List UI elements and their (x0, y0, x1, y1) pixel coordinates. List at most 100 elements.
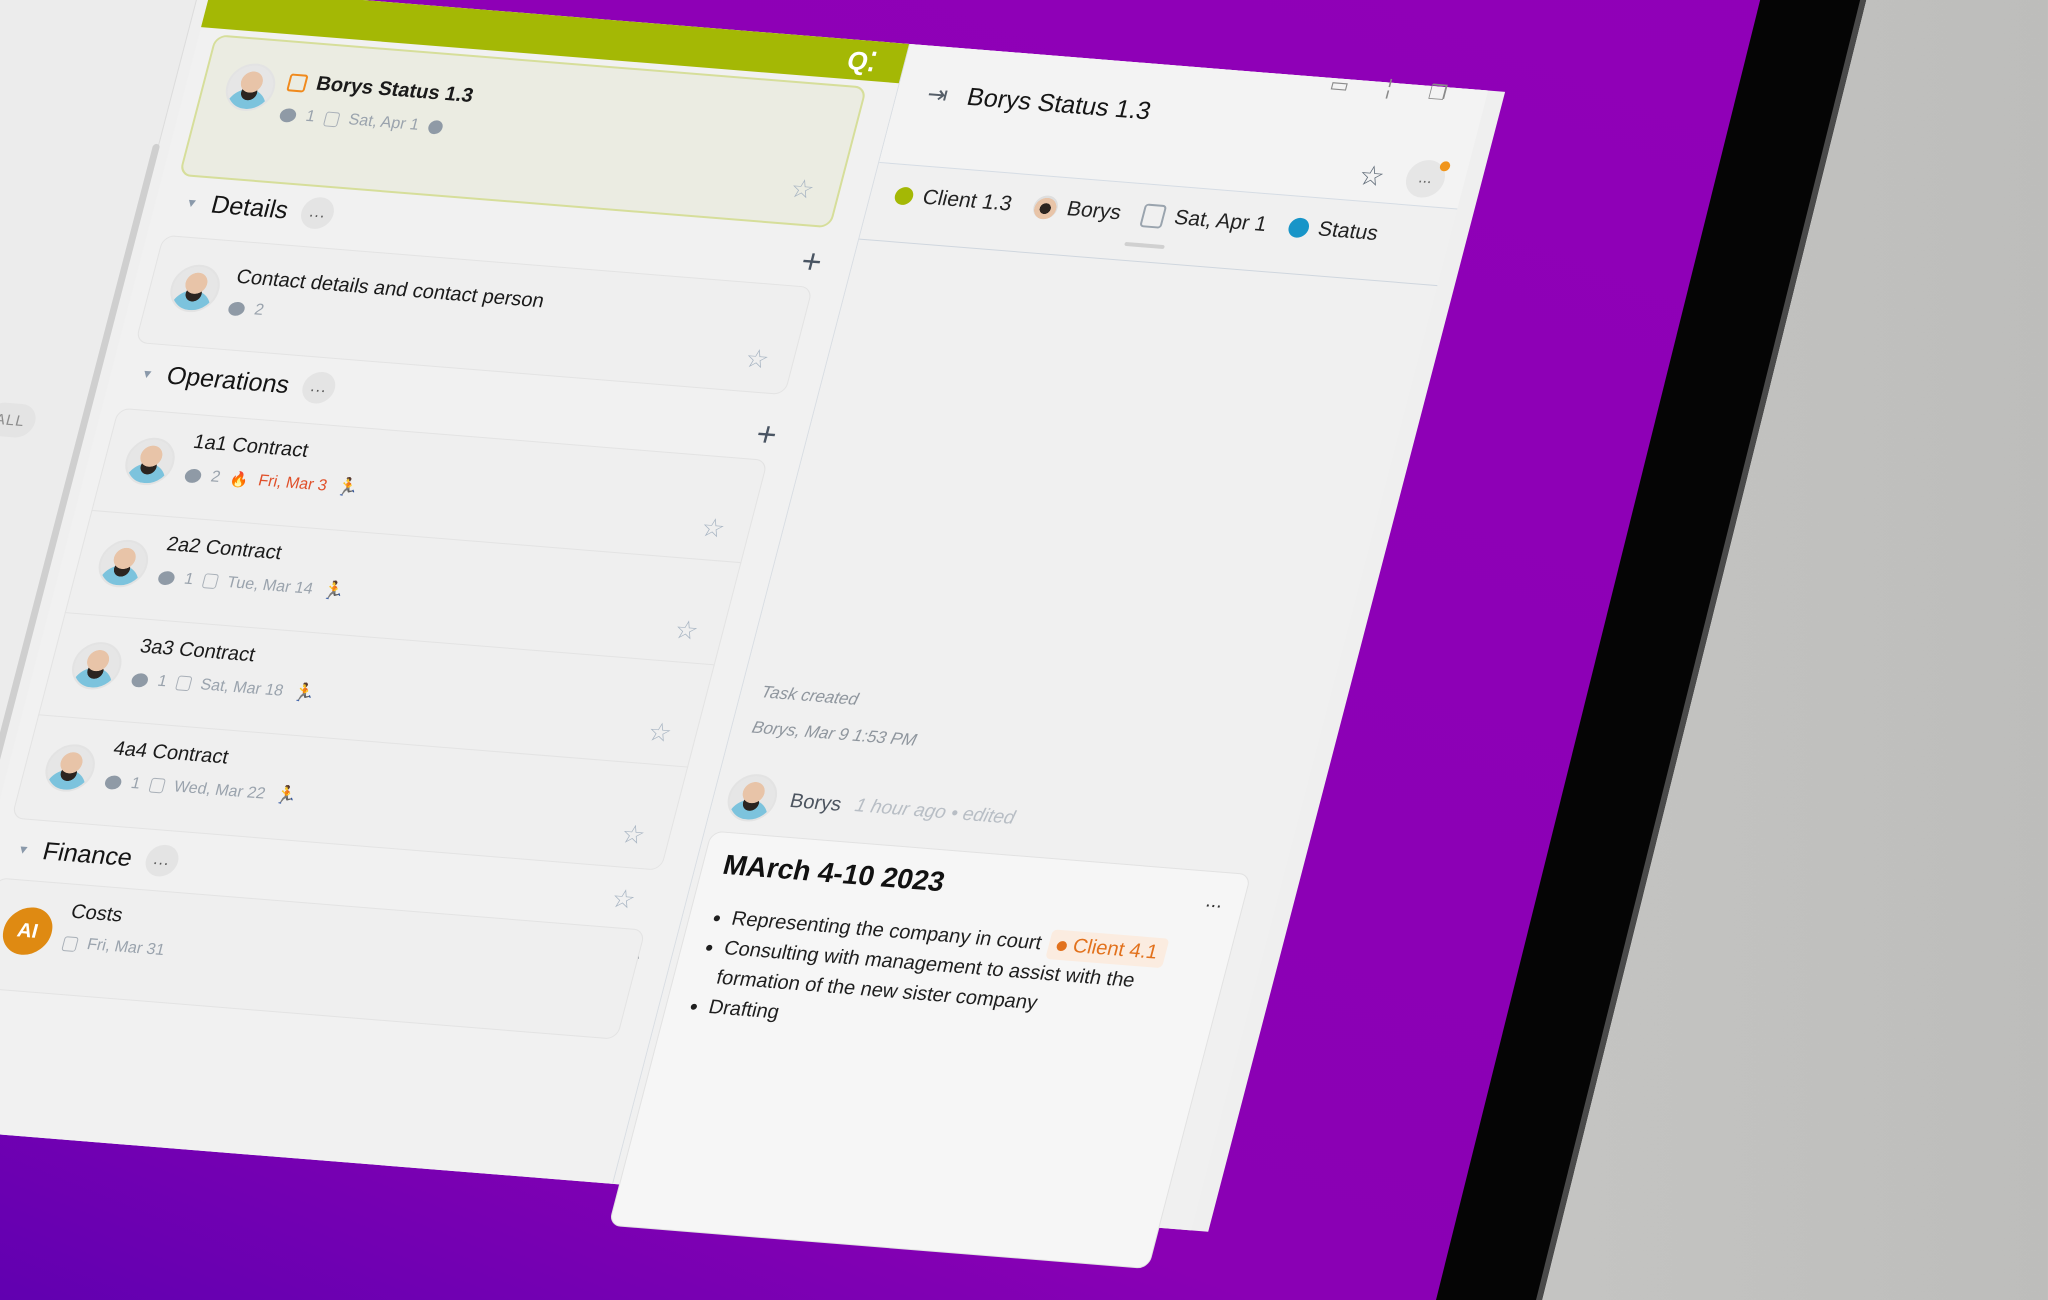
more-icon: ... (1416, 169, 1435, 188)
calendar-icon (1139, 203, 1168, 229)
comment-count: 1 (129, 774, 143, 793)
calendar-icon (174, 675, 193, 692)
due-date: Wed, Mar 22 (171, 778, 268, 803)
section-more-button[interactable]: ... (298, 370, 340, 405)
comment-more-button[interactable]: ... (1203, 890, 1225, 914)
calendar-icon (148, 777, 166, 794)
filter-all-button[interactable]: ALL (0, 401, 40, 439)
comment-icon (278, 107, 298, 123)
comment-icon (183, 467, 203, 483)
due-date: Sat, Apr 1 (346, 111, 422, 134)
assignee-property[interactable]: Borys (1030, 194, 1124, 226)
section-header-details[interactable]: ▼ Details ... (182, 187, 338, 231)
star-icon[interactable]: ☆ (1355, 159, 1388, 193)
section-more-button[interactable]: ... (141, 843, 182, 878)
due-date: Fri, Mar 31 (85, 936, 167, 959)
star-icon[interactable]: ☆ (644, 717, 675, 749)
comment-body: Representing the company in courtClient … (683, 902, 1234, 1062)
star-icon[interactable]: ☆ (741, 343, 773, 375)
section-title: Operations (163, 361, 293, 399)
calendar-icon (322, 110, 341, 127)
add-task-button[interactable]: + (797, 242, 827, 282)
avatar (66, 640, 127, 692)
task-title: 3a3 Contract (137, 635, 258, 667)
app-logo-icon: Q⁚ (843, 45, 881, 78)
in-progress-icon: 🏃 (272, 784, 301, 807)
avatar (40, 742, 101, 794)
due-date-underline (1124, 241, 1165, 250)
collapse-panel-icon[interactable]: ⇥ (924, 80, 951, 110)
comment-count: 2 (209, 468, 223, 486)
status-label: Status (1315, 217, 1381, 245)
in-progress-icon: 🏃 (290, 681, 319, 704)
task-card[interactable]: AI Costs Fri, Mar 31 (0, 877, 646, 1040)
task-title: Contact details and contact person (233, 265, 547, 313)
avatar (722, 772, 783, 824)
section-title: Finance (39, 836, 136, 872)
task-title: Borys Status 1.3 (313, 72, 476, 107)
task-title: 4a4 Contract (111, 737, 231, 769)
section-header-finance[interactable]: ▼ Finance ... (13, 833, 182, 878)
task-title: 2a2 Contract (164, 533, 285, 565)
star-icon[interactable]: ☆ (671, 614, 702, 646)
due-date-label: Sat, Apr 1 (1171, 206, 1270, 237)
comment-count: 1 (182, 570, 196, 588)
comment-card[interactable]: MArch 4-10 2023 ... Representing the com… (608, 830, 1252, 1270)
copy-icon[interactable]: ❐ (1426, 80, 1450, 106)
assignee-label: Borys (1064, 197, 1124, 225)
section-title: Details (208, 190, 292, 224)
comment-icon (226, 301, 247, 317)
inbox-icon (286, 73, 309, 93)
comment-count: 1 (303, 107, 318, 126)
due-date: Fri, Mar 3 (256, 471, 330, 495)
comment-icon (156, 570, 177, 586)
avatar (93, 538, 154, 590)
comment-time: 1 hour ago • edited (852, 795, 1018, 829)
comment-title: MArch 4-10 2023 (719, 849, 949, 898)
notification-dot (1438, 161, 1452, 172)
comment-icon (103, 774, 124, 790)
avatar (164, 262, 226, 314)
task-title: Costs (68, 900, 126, 927)
star-icon[interactable]: ☆ (608, 883, 639, 915)
due-date: Sat, Mar 18 (198, 675, 286, 700)
section-more-button[interactable]: ... (297, 196, 338, 231)
star-icon[interactable]: ☆ (618, 819, 649, 851)
collapse-triangle-icon[interactable]: ▼ (16, 842, 31, 857)
overdue-fire-icon: 🔥 (227, 470, 251, 489)
status-property[interactable]: Status (1285, 215, 1381, 246)
avatar (1030, 194, 1061, 221)
star-icon[interactable]: ☆ (787, 173, 818, 205)
due-date: Tue, Mar 14 (225, 573, 315, 598)
avatar (220, 61, 281, 113)
more-button[interactable]: ... (1401, 158, 1452, 199)
tag-dot-icon (1055, 940, 1069, 952)
calendar-icon (61, 935, 80, 952)
client-property[interactable]: Client 1.3 (892, 184, 1014, 217)
comment-author: Borys (787, 789, 845, 816)
comment-count: 1 (155, 672, 170, 690)
in-progress-icon: 🏃 (334, 476, 362, 499)
collapse-triangle-icon[interactable]: ▼ (184, 196, 199, 211)
collapse-triangle-icon[interactable]: ▼ (140, 367, 155, 382)
client-label: Client 1.3 (920, 185, 1015, 216)
section-header-operations[interactable]: ▼ Operations ... (137, 358, 340, 405)
avatar-initials: AI (0, 905, 58, 957)
detail-title: Borys Status 1.3 (963, 83, 1154, 126)
add-task-button[interactable]: + (752, 415, 782, 455)
avatar (119, 435, 181, 487)
comment-count: 2 (252, 301, 266, 319)
due-date-property[interactable]: Sat, Apr 1 (1139, 203, 1270, 237)
comment-icon (130, 672, 150, 688)
activity-log: Task created Borys, Mar 9 1:53 PM (748, 675, 930, 759)
pin-icon[interactable]: ╎ (1380, 76, 1398, 102)
status-icon (1285, 217, 1311, 239)
in-progress-icon: 🏃 (320, 579, 348, 602)
task-meta: 1 Sat, Apr 1 (278, 106, 445, 137)
star-icon[interactable]: ☆ (697, 512, 729, 544)
calendar-icon (201, 573, 220, 590)
task-title: 1a1 Contract (190, 431, 311, 462)
client-color-icon (892, 186, 916, 206)
comment-header: Borys 1 hour ago • edited (722, 772, 1020, 842)
status-icon (426, 119, 445, 135)
